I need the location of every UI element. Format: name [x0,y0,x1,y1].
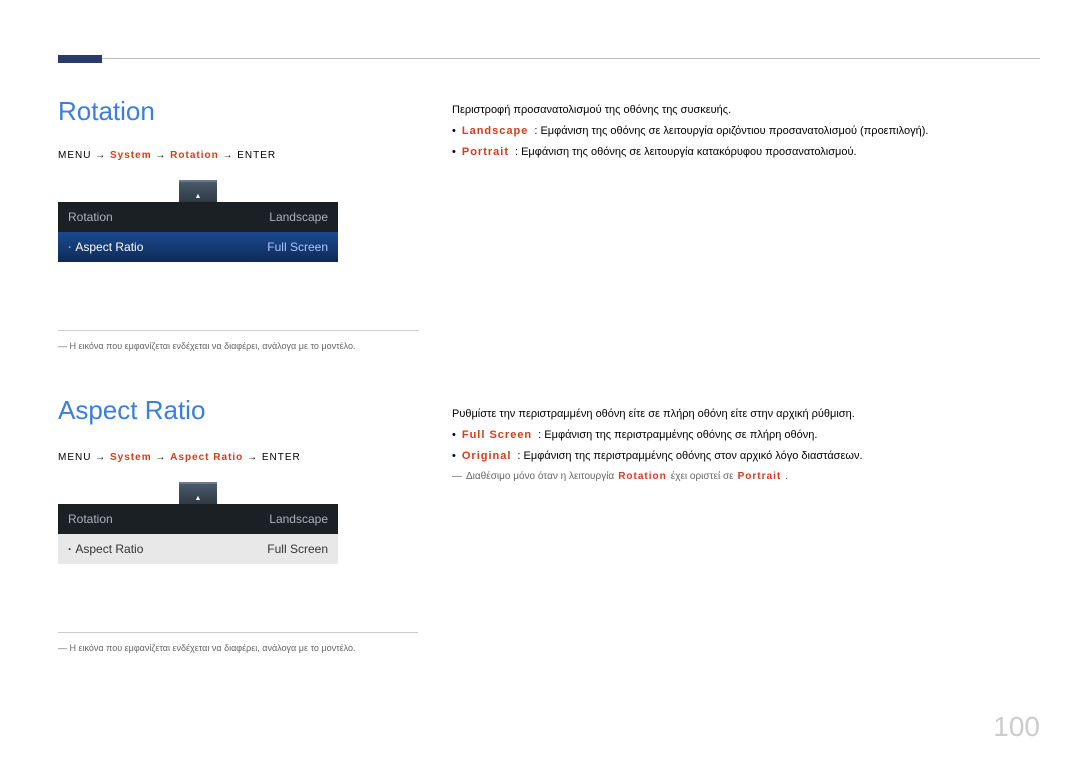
menu-label: Aspect Ratio [68,542,143,556]
bc-arrow: → [247,452,258,463]
caption-text: Η εικόνα που εμφανίζεται ενδέχεται να δι… [70,341,356,351]
menu-value: Full Screen [267,240,328,254]
bc-mid: System [110,452,152,463]
desc-intro: Ρυθμίστε την περιστραμμένη οθόνη είτε σε… [452,404,1042,425]
bc-mid2-red: Aspect Ratio [170,452,243,463]
bc-arrow: → [95,452,106,463]
bc-arrow: → [95,150,106,161]
menu-value: Landscape [269,512,328,526]
section-aspect-title: Aspect Ratio [58,395,205,426]
opt-red: Portrait [462,142,509,163]
menu-row-rotation2[interactable]: Rotation Landscape [58,504,338,534]
opt-red: Landscape [462,121,528,142]
list-item: • Landscape : Εμφάνιση της οθόνης σε λει… [452,121,1042,142]
bc-arrow: → [222,150,233,161]
dash: ― [452,467,462,486]
opt-text: : Εμφάνιση της οθόνης σε λειτουργία οριζ… [534,121,928,142]
note-dot: . [785,467,788,486]
menu-widget-rotation: Rotation Landscape Aspect Ratio Full Scr… [58,180,338,262]
caption-text: Η εικόνα που εμφανίζεται ενδέχεται να δι… [70,643,356,653]
note-pre: Διαθέσιμο μόνο όταν η λειτουργία [466,467,614,486]
bullet: • [452,425,456,446]
menu-value: Full Screen [267,542,328,556]
availability-note: ― Διαθέσιμο μόνο όταν η λειτουργία Rotat… [452,467,1042,486]
caption-model-note-2: ― Η εικόνα που εμφανίζεται ενδέχεται να … [58,632,418,653]
opt-text: : Εμφάνιση της περιστραμμένης οθόνης σε … [538,425,817,446]
description-aspect: Ρυθμίστε την περιστραμμένη οθόνη είτε σε… [452,404,1042,486]
page-number: 100 [993,711,1040,743]
menu-value: Landscape [269,210,328,224]
bullet: • [452,121,456,142]
header-rule [58,58,1040,60]
bullet: • [452,446,456,467]
opt-red: Full Screen [462,425,532,446]
list-item: • Portrait : Εμφάνιση της οθόνης σε λειτ… [452,142,1042,163]
menu-row-aspect-active[interactable]: Aspect Ratio Full Screen [58,232,338,262]
bc-mid: System [110,150,152,161]
menu-row-rotation[interactable]: Rotation Landscape [58,202,338,232]
bc-arrow: → [155,150,166,161]
desc-intro: Περιστροφή προσανατολισμού της οθόνης τη… [452,100,1042,121]
opt-text: : Εμφάνιση της περιστραμμένης οθόνης στο… [517,446,862,467]
breadcrumb-aspect: MENU → System → Aspect Ratio → ENTER [58,452,301,463]
opt-red: Original [462,446,512,467]
bc-arrow: → [155,452,166,463]
list-item: • Full Screen : Εμφάνιση της περιστραμμέ… [452,425,1042,446]
menu-tab-up-icon[interactable] [179,482,217,504]
description-rotation: Περιστροφή προσανατολισμού της οθόνης τη… [452,100,1042,163]
menu-label: Aspect Ratio [68,240,143,254]
section-rotation-title: Rotation [58,96,155,127]
menu-widget-aspect: Rotation Landscape Aspect Ratio Full Scr… [58,482,338,564]
list-item: • Original : Εμφάνιση της περιστραμμένης… [452,446,1042,467]
caption-model-note-1: ― Η εικόνα που εμφανίζεται ενδέχεται να … [58,330,418,351]
opt-text: : Εμφάνιση της οθόνης σε λειτουργία κατα… [515,142,857,163]
bc-pre: MENU [58,150,91,161]
bc-end: ENTER [237,150,276,161]
bc-pre: MENU [58,452,91,463]
menu-label: Rotation [68,210,113,224]
breadcrumb-rotation: MENU → System → Rotation → ENTER [58,150,276,161]
note-mid: έχει οριστεί σε [671,467,734,486]
note-red2: Portrait [738,467,782,486]
menu-row-aspect2[interactable]: Aspect Ratio Full Screen [58,534,338,564]
note-red1: Rotation [618,467,667,486]
bc-end: ENTER [262,452,301,463]
menu-label: Rotation [68,512,113,526]
menu-tab-up-icon[interactable] [179,180,217,202]
bc-mid2: Rotation [170,150,219,161]
bullet: • [452,142,456,163]
